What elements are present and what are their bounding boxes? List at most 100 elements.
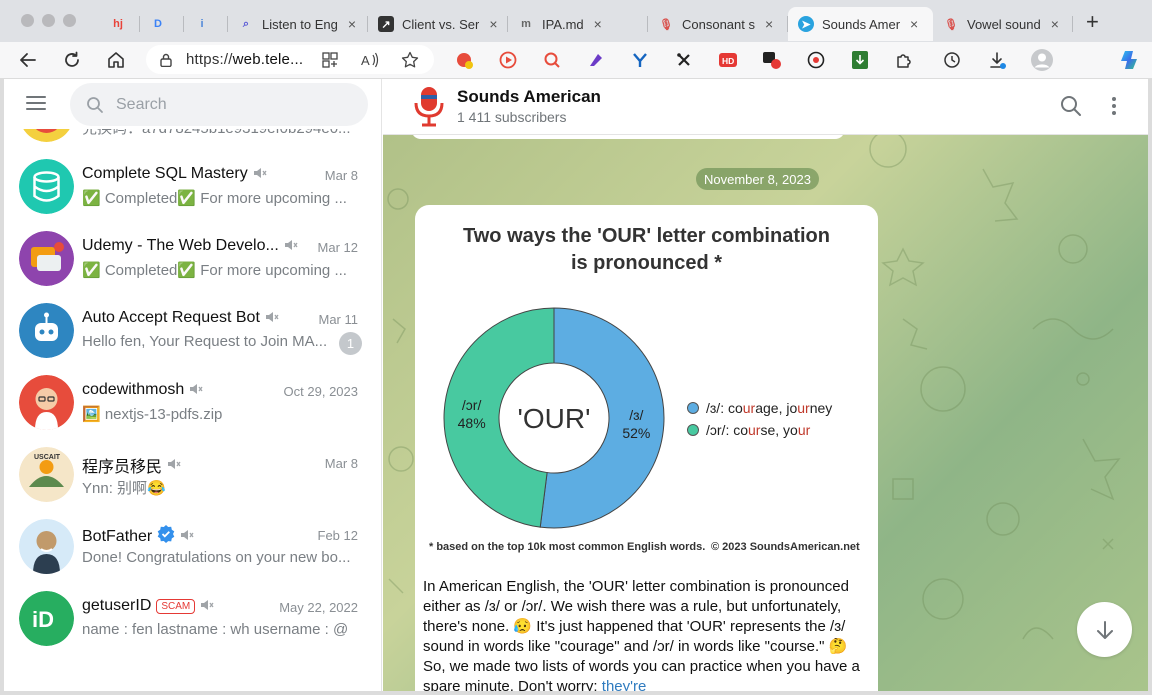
history-icon[interactable]: [938, 46, 966, 74]
browser-tabstrip: hj Di ⌕ Listen to Eng × ↗ Client vs. Ser × m IPA.…: [0, 0, 1152, 42]
back-arrow-icon[interactable]: [14, 46, 42, 74]
extensions-puzzle-icon[interactable]: [890, 46, 918, 74]
chart-footnote: * based on the top 10k most common Engli…: [429, 541, 706, 553]
browser-tab[interactable]: i: [184, 7, 228, 41]
slice-label: 52%: [622, 425, 650, 441]
chat-preview: name : fen lastname : wh username : @: [82, 621, 349, 638]
arrow-down-icon: [1096, 620, 1113, 639]
muted-icon: [200, 599, 214, 614]
tab-close-icon[interactable]: ×: [348, 16, 356, 32]
extension-record-icon[interactable]: [450, 46, 478, 74]
microphone-icon: 🎙: [944, 18, 958, 31]
chart-legend: /ɜ/: courage, journey/ɔr/: course, your: [687, 397, 832, 441]
search-box[interactable]: [70, 83, 368, 126]
hamburger-menu-icon[interactable]: [26, 96, 46, 112]
slice-label: 48%: [458, 415, 486, 431]
extension-purple-icon[interactable]: [582, 46, 610, 74]
browser-tab[interactable]: hj: [100, 7, 140, 41]
brand-d-icon: D: [154, 18, 162, 30]
donut-center-label: 'OUR': [518, 403, 591, 434]
microphone-icon: 🎙: [659, 18, 673, 31]
more-options-icon[interactable]: [1109, 95, 1119, 117]
slice-label: /ɔr/: [462, 397, 482, 413]
post-link[interactable]: they're: [602, 678, 647, 691]
muted-icon: [180, 529, 194, 544]
extension-y-icon[interactable]: [626, 46, 654, 74]
browser-tab[interactable]: m IPA.md ×: [508, 7, 648, 41]
home-icon[interactable]: [102, 46, 130, 74]
extension-hd-icon[interactable]: HD: [714, 46, 742, 74]
channel-header[interactable]: Sounds American 1 411 subscribers: [383, 79, 1148, 135]
extension-cross-icon[interactable]: [670, 46, 698, 74]
muted-icon: [167, 458, 181, 473]
search-icon[interactable]: [1060, 95, 1082, 117]
scroll-to-bottom-button[interactable]: [1077, 602, 1132, 657]
browser-tab[interactable]: 🎙 Vowel sound ×: [933, 7, 1073, 41]
tab-close-icon[interactable]: ×: [489, 16, 497, 32]
favorite-star-icon[interactable]: [396, 46, 424, 74]
close-window-button[interactable]: [21, 14, 34, 27]
tab-close-icon[interactable]: ×: [1051, 16, 1059, 32]
browser-tab[interactable]: D: [140, 7, 184, 41]
address-bar[interactable]: https://web.tele...: [146, 45, 434, 74]
legend-item: /ɔr/: course, your: [687, 419, 832, 441]
window-controls: [21, 14, 76, 27]
new-tab-button[interactable]: +: [1086, 11, 1099, 33]
url-text: https://web.tele...: [186, 51, 304, 68]
slice-label: /ɜ/: [629, 407, 643, 423]
muted-icon: [253, 167, 267, 182]
svg-text:USCAIT: USCAIT: [34, 454, 61, 461]
avatar-sql: [19, 159, 74, 214]
tab-label: Vowel sound: [967, 16, 1041, 32]
extension-download-icon[interactable]: [846, 46, 874, 74]
chat-name: codewithmosh: [82, 381, 203, 399]
browser-tab[interactable]: ↗ Client vs. Ser ×: [368, 7, 508, 41]
avatar-udemy: [19, 231, 74, 286]
read-aloud-icon[interactable]: A: [356, 46, 384, 74]
extension-search-icon[interactable]: [538, 46, 566, 74]
svg-text:iD: iD: [32, 607, 54, 632]
svg-text:A: A: [361, 53, 370, 68]
tab-label: Client vs. Ser: [402, 16, 480, 32]
markdown-icon: m: [521, 18, 531, 30]
tab-bar: hj Di ⌕ Listen to Eng × ↗ Client vs. Ser × m IPA.…: [100, 6, 1073, 42]
copilot-icon[interactable]: [1116, 46, 1144, 74]
tab-close-icon[interactable]: ×: [765, 16, 773, 32]
extension-bubble-icon[interactable]: [802, 46, 830, 74]
subscriber-count: 1 411 subscribers: [457, 109, 567, 125]
search-input[interactable]: [116, 95, 346, 114]
chat-name: 程序员移民: [82, 453, 181, 477]
chat-item[interactable]: BotFather Feb 12 Done! Congratulations on …: [4, 511, 381, 583]
chat-item[interactable]: Auto Accept Request Bot Mar 11 Hello fen, …: [4, 295, 381, 367]
chat-preview: ✅ Completed✅ For more upcoming ...: [82, 262, 347, 279]
reload-icon[interactable]: [58, 46, 86, 74]
post-body: In American English, the 'OUR' letter co…: [423, 578, 860, 691]
tab-label: Sounds Amer: [822, 16, 901, 32]
post-image[interactable]: Two ways the 'OUR' letter combination is…: [415, 205, 878, 570]
app-grid-icon[interactable]: [316, 46, 344, 74]
chat-item[interactable]: codewithmosh Oct 29, 2023 🖼️ nextjs-13-pdf…: [4, 367, 381, 439]
chat-name: BotFather: [82, 525, 194, 548]
unread-badge: 1: [339, 332, 362, 355]
tab-close-icon[interactable]: ×: [910, 16, 918, 32]
browser-tab[interactable]: ➤ Sounds Amer ×: [788, 7, 933, 41]
extension-notification-icon[interactable]: [758, 46, 786, 74]
post-text: In American English, the 'OUR' letter co…: [423, 577, 873, 691]
profile-avatar-icon[interactable]: [1028, 46, 1056, 74]
browser-tab[interactable]: 🎙 Consonant s ×: [648, 7, 788, 41]
donut-chart: /ɜ/52% /ɔr/48% 'OUR': [443, 307, 665, 529]
chat-item[interactable]: Udemy - The Web Develo... Mar 12 ✅ Complet…: [4, 223, 381, 295]
maximize-window-button[interactable]: [63, 14, 76, 27]
external-icon: ↗: [378, 16, 394, 32]
extension-play-icon[interactable]: [494, 46, 522, 74]
chat-item[interactable]: Complete SQL Mastery Mar 8 ✅ Completed✅ Fo…: [4, 151, 381, 223]
downloads-icon[interactable]: [983, 46, 1011, 74]
date-separator: November 8, 2023: [696, 168, 819, 190]
chat-item[interactable]: USCAIT 程序员移民 Mar 8 Ynn: 别啊😂: [4, 439, 381, 511]
browser-tab[interactable]: ⌕ Listen to Eng ×: [228, 7, 368, 41]
tab-close-icon[interactable]: ×: [594, 16, 602, 32]
minimize-window-button[interactable]: [42, 14, 55, 27]
chat-item[interactable]: iD getuserID SCAM May 22, 2022 name : fen la…: [4, 583, 381, 655]
search-icon: [87, 96, 103, 113]
chat-date: Mar 8: [324, 456, 358, 471]
